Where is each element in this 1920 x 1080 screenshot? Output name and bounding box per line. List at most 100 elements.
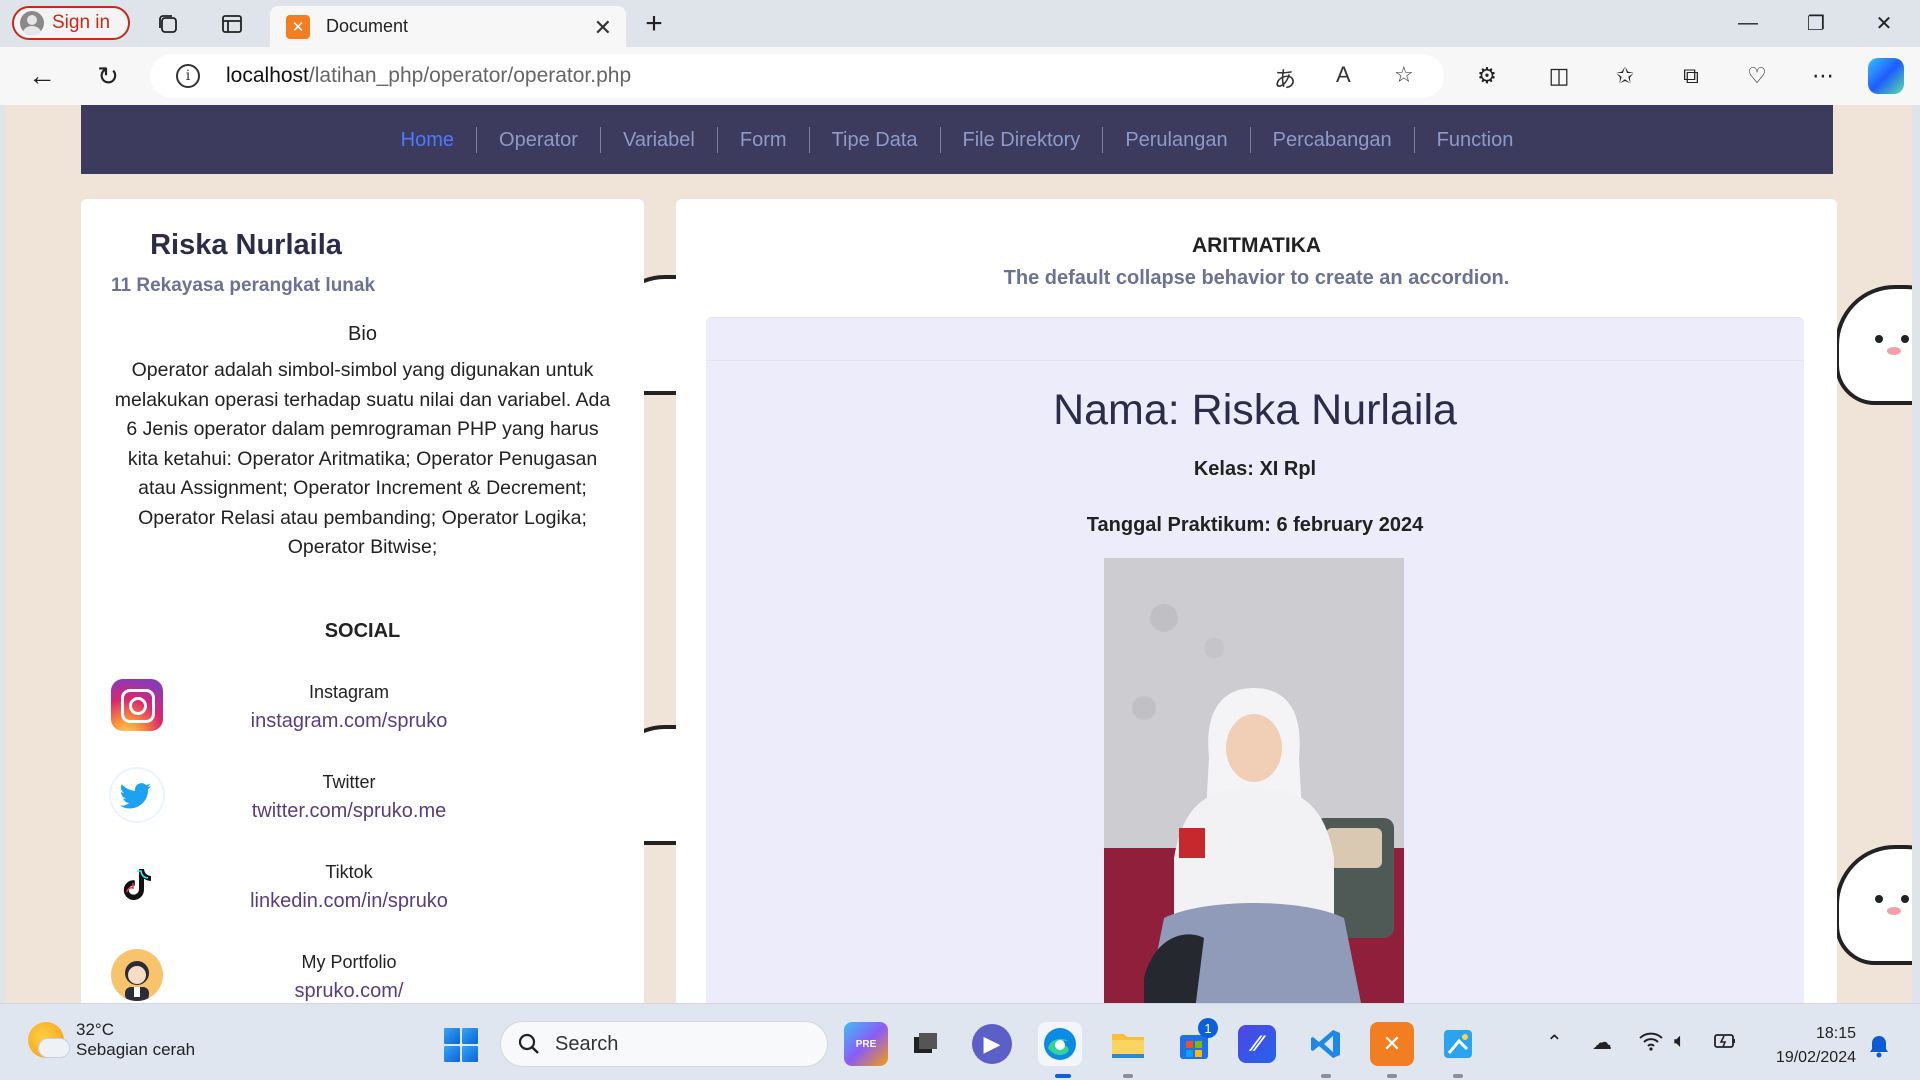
social-item-instagram: Instagram instagram.com/spruko xyxy=(81,679,644,749)
xampp-app-icon[interactable]: ✕ xyxy=(1370,1022,1414,1066)
store-notification-badge: 1 xyxy=(1198,1018,1218,1038)
refresh-icon[interactable]: ↻ xyxy=(90,58,126,94)
volume-icon[interactable]: 🔈︎ xyxy=(1674,1030,1686,1053)
tiktok-icon xyxy=(111,859,163,911)
nav-item-variabel[interactable]: Variabel xyxy=(601,126,718,153)
twitter-icon xyxy=(111,769,163,821)
partly-sunny-icon xyxy=(28,1022,70,1058)
nav-item-file-direktory[interactable]: File Direktory xyxy=(941,126,1104,153)
system-clock[interactable]: 18:15 19/02/2024 xyxy=(1760,1022,1856,1070)
nav-item-function[interactable]: Function xyxy=(1415,127,1536,153)
active-tab[interactable]: ✕ Document ✕ xyxy=(270,6,626,47)
social-link-tiktok[interactable]: linkedin.com/in/spruko xyxy=(211,890,487,913)
nav-item-tipe-data[interactable]: Tipe Data xyxy=(810,126,941,153)
weather-widget[interactable]: 32°C Sebagian cerah xyxy=(28,1020,195,1060)
sign-in-label: Sign in xyxy=(52,12,111,33)
task-view-icon[interactable] xyxy=(904,1022,948,1066)
social-label: Instagram xyxy=(308,682,390,702)
address-toolbar: ← ↻ i localhost/latihan_php/operator/ope… xyxy=(0,47,1920,105)
collections-icon[interactable]: ⧉ xyxy=(1674,59,1708,93)
more-options-icon[interactable]: ⋯ xyxy=(1806,59,1840,93)
portfolio-avatar-icon xyxy=(111,949,163,1001)
tab-title: Document xyxy=(326,16,409,36)
section-heading: ARITMATIKA xyxy=(1191,234,1322,257)
profile-class: 11 Rekayasa perangkat lunak xyxy=(111,275,376,296)
social-label: My Portfolio xyxy=(301,952,397,972)
accordion-panel[interactable]: Nama: Riska Nurlaila Kelas: XI Rpl Tangg… xyxy=(706,317,1804,1003)
nav-item-home[interactable]: Home xyxy=(379,126,478,153)
file-explorer-icon[interactable] xyxy=(1106,1022,1150,1066)
search-icon xyxy=(518,1033,539,1054)
page-viewport: Home Operator Variabel Form Tipe Data File Di… xyxy=(5,105,1912,1003)
cat-wallpaper-icon xyxy=(1835,285,1912,405)
tab-actions-icon[interactable] xyxy=(214,6,250,42)
open-app-indicator xyxy=(1321,1074,1331,1078)
wifi-icon[interactable] xyxy=(1638,1030,1664,1058)
sign-in-button[interactable]: Sign in xyxy=(12,6,130,40)
site-info-icon[interactable]: i xyxy=(176,64,200,88)
weather-temperature: 32°C xyxy=(76,1020,114,1039)
clock-date: 19/02/2024 xyxy=(1775,1049,1856,1066)
student-name: Nama: Riska Nurlaila xyxy=(1053,386,1457,434)
browser-tab-bar: Sign in ✕ Document ✕ + — ❐ ✕ xyxy=(0,0,1920,47)
read-aloud-icon[interactable]: A xyxy=(1336,62,1351,88)
favorites-icon[interactable]: ✩ xyxy=(1608,59,1642,93)
split-screen-icon[interactable]: ◫ xyxy=(1542,59,1576,93)
social-item-portfolio: My Portfolio spruko.com/ xyxy=(81,949,644,1003)
new-tab-icon[interactable]: + xyxy=(636,6,672,42)
windows-taskbar: 32°C Sebagian cerah Search PRE ▶ 1 ⁄⁄ ✕ … xyxy=(0,1003,1920,1080)
sublime-app-icon[interactable]: ⁄⁄ xyxy=(1238,1025,1276,1063)
windows-start-icon[interactable] xyxy=(444,1028,478,1062)
nav-item-percabangan[interactable]: Percabangan xyxy=(1251,126,1415,153)
social-link-instagram[interactable]: instagram.com/spruko xyxy=(211,710,487,733)
browser-essentials-icon[interactable]: ♡ xyxy=(1740,59,1774,93)
copilot-preview-app-icon[interactable]: PRE xyxy=(844,1022,888,1066)
extensions-icon[interactable]: ⚙ xyxy=(1470,59,1504,93)
social-link-portfolio[interactable]: spruko.com/ xyxy=(211,980,487,1003)
profile-name: Riska Nurlaila xyxy=(150,229,342,261)
open-app-indicator xyxy=(1387,1074,1397,1078)
vscode-icon[interactable] xyxy=(1304,1022,1348,1066)
nav-item-perulangan[interactable]: Perulangan xyxy=(1103,126,1251,153)
close-window-icon[interactable]: ✕ xyxy=(1860,6,1908,40)
restore-icon[interactable]: ❐ xyxy=(1792,6,1840,40)
social-item-twitter: Twitter twitter.com/spruko.me xyxy=(81,769,644,839)
teams-chat-icon[interactable]: ▶ xyxy=(972,1024,1012,1064)
active-app-indicator xyxy=(1055,1074,1071,1078)
copilot-icon[interactable] xyxy=(1868,58,1904,94)
workspaces-icon[interactable] xyxy=(150,6,186,42)
taskbar-search[interactable]: Search xyxy=(500,1021,828,1067)
cat-wallpaper-icon xyxy=(1835,845,1912,965)
paint-app-icon[interactable] xyxy=(1436,1022,1480,1066)
social-title: SOCIAL xyxy=(324,620,401,642)
nav-item-operator[interactable]: Operator xyxy=(477,126,601,153)
bio-title: Bio xyxy=(348,323,377,345)
show-hidden-icons-chevron-icon[interactable]: ⌃ xyxy=(1546,1030,1563,1055)
battery-charging-icon[interactable] xyxy=(1712,1030,1738,1058)
url-path: /latihan_php/operator/operator.php xyxy=(308,64,632,87)
student-photo xyxy=(1104,558,1404,1003)
social-link-twitter[interactable]: twitter.com/spruko.me xyxy=(211,800,487,823)
section-subheading: The default collapse behavior to create … xyxy=(1003,267,1510,289)
back-arrow-icon[interactable]: ← xyxy=(24,58,60,94)
clock-time: 18:15 xyxy=(1815,1025,1856,1042)
weather-description: Sebagian cerah xyxy=(76,1040,196,1059)
profile-avatar-icon xyxy=(20,11,44,35)
profile-card: Riska Nurlaila 11 Rekayasa perangkat lun… xyxy=(81,199,644,1003)
tab-close-icon[interactable]: ✕ xyxy=(594,15,612,41)
url-host: localhost xyxy=(226,64,309,87)
address-bar[interactable]: i localhost/latihan_php/operator/operato… xyxy=(150,54,1444,98)
minimize-icon[interactable]: — xyxy=(1724,6,1772,40)
top-navbar: Home Operator Variabel Form Tipe Data File Di… xyxy=(81,105,1833,174)
edge-browser-icon[interactable] xyxy=(1038,1022,1082,1066)
search-placeholder: Search xyxy=(555,1032,619,1055)
notification-bell-icon[interactable] xyxy=(1868,1034,1890,1064)
instagram-icon xyxy=(111,679,163,731)
social-item-tiktok: Tiktok linkedin.com/in/spruko xyxy=(81,859,644,929)
onedrive-cloud-icon[interactable]: ☁ xyxy=(1592,1030,1612,1055)
translate-icon[interactable]: あ xyxy=(1274,62,1296,94)
nav-item-form[interactable]: Form xyxy=(718,126,810,153)
favorite-star-icon[interactable]: ☆ xyxy=(1394,62,1414,88)
xampp-favicon-icon: ✕ xyxy=(286,14,310,39)
main-content-card: ARITMATIKA The default collapse behavior… xyxy=(676,199,1837,1003)
